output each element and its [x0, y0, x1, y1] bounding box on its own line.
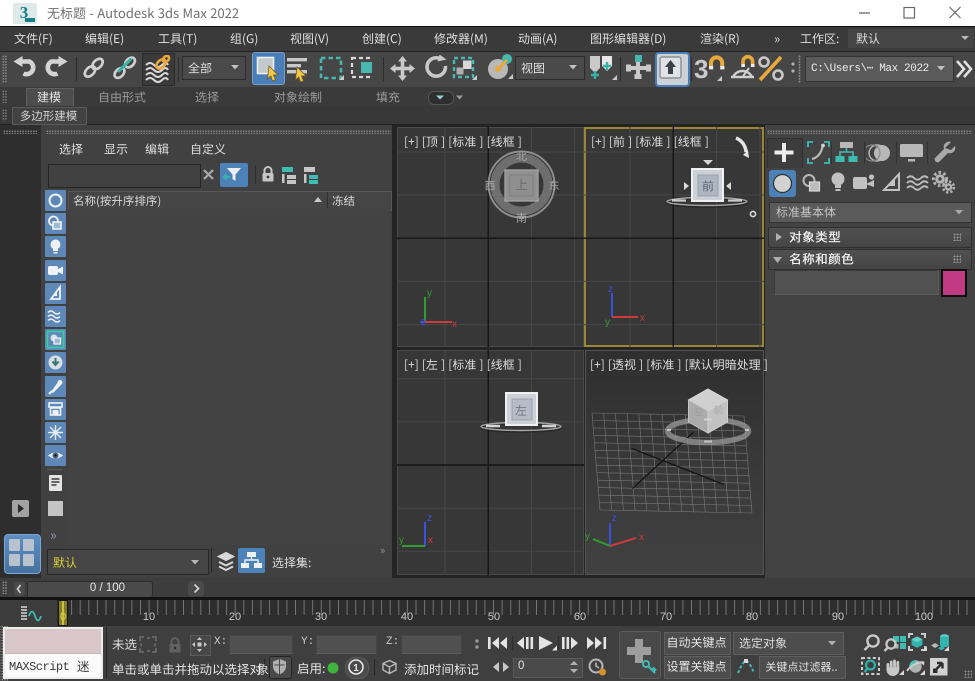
svg-text:1: 1 [353, 663, 359, 674]
svg-text:3: 3 [694, 54, 708, 83]
